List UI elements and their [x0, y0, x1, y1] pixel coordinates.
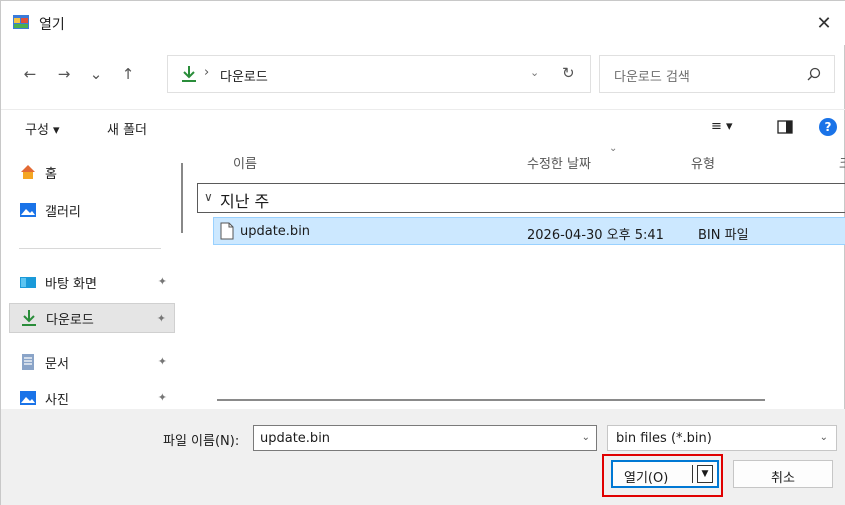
filename-combobox[interactable]: update.bin ⌄ — [253, 425, 597, 451]
address-dropdown-icon[interactable]: ⌄ — [530, 66, 539, 79]
pin-icon[interactable]: ✦ — [158, 275, 167, 288]
gallery-icon — [20, 203, 36, 217]
close-icon: ✕ — [816, 12, 832, 34]
preview-pane-icon[interactable] — [777, 120, 793, 134]
document-icon — [22, 354, 34, 370]
command-bar: 구성 ▾ 새 폴더 ≡ ▾ ? — [1, 109, 845, 143]
address-bar[interactable]: › 다운로드 ⌄ ↻ — [167, 55, 591, 93]
column-header-modified[interactable]: 수정한 날짜 — [527, 153, 591, 172]
sidebar-item-documents[interactable]: 문서 ✦ — [9, 347, 175, 377]
sort-indicator-icon: ⌄ — [609, 143, 618, 154]
sidebar-item-label: 홈 — [45, 166, 57, 182]
horizontal-scrollbar[interactable] — [217, 399, 765, 401]
group-header-last-week[interactable]: ∨ 지난 주 — [197, 183, 845, 213]
cancel-button[interactable]: 취소 — [733, 460, 833, 488]
search-box[interactable]: 다운로드 검색 — [599, 55, 835, 93]
cancel-button-label: 취소 — [771, 471, 795, 486]
navigation-bar: ← → ⌄ ↑ › 다운로드 ⌄ ↻ 다운로드 검색 — [1, 49, 845, 101]
navigation-pane: 홈 갤러리 바탕 화면 ✦ 다운로드 ✦ 문서 ✦ 사진 ✦ — [1, 149, 183, 409]
window-title: 열기 — [39, 17, 65, 33]
dialog-footer: 파일 이름(N): update.bin ⌄ bin files (*.bin)… — [1, 409, 845, 505]
help-icon[interactable]: ? — [819, 118, 837, 136]
download-icon — [22, 310, 36, 326]
pictures-icon — [20, 391, 36, 405]
sidebar-divider — [19, 248, 161, 249]
sidebar-item-label: 바탕 화면 — [45, 276, 97, 292]
column-header-size[interactable]: 크 — [839, 153, 845, 172]
file-list: 이름 ⌄ 수정한 날짜 유형 크 ∨ 지난 주 update.bin 2026-… — [197, 143, 845, 409]
help-glyph: ? — [824, 120, 832, 134]
column-header-name[interactable]: 이름 — [233, 153, 257, 172]
breadcrumb-separator: › — [204, 65, 210, 80]
sidebar-item-label: 갤러리 — [45, 204, 81, 220]
open-button-label: 열기(O) — [624, 471, 669, 486]
sidebar-item-label: 문서 — [45, 356, 69, 372]
title-bar: 열기 ✕ — [1, 1, 845, 45]
file-type-filter[interactable]: bin files (*.bin) ⌄ — [607, 425, 837, 451]
home-icon — [21, 165, 35, 179]
desktop-icon — [20, 277, 36, 288]
group-label: 지난 주 — [220, 192, 270, 211]
open-button[interactable]: 열기(O) ▼ — [611, 460, 719, 488]
file-name: update.bin — [240, 224, 311, 239]
sidebar-item-gallery[interactable]: 갤러리 — [9, 195, 175, 225]
chevron-down-icon: ∨ — [204, 190, 213, 204]
chevron-down-icon: ⌄ — [89, 65, 103, 83]
pin-icon[interactable]: ✦ — [158, 391, 167, 404]
organize-button[interactable]: 구성 ▾ — [25, 119, 60, 138]
chevron-down-icon[interactable]: ⌄ — [820, 432, 828, 443]
close-button[interactable]: ✕ — [802, 1, 845, 45]
table-row[interactable]: update.bin 2026-04-30 오후 5:41 BIN 파일 — [213, 217, 845, 245]
search-input[interactable]: 다운로드 검색 — [614, 66, 690, 85]
forward-button[interactable]: → — [53, 63, 75, 85]
chevron-down-icon[interactable]: ⌄ — [582, 432, 590, 443]
column-header-type[interactable]: 유형 — [691, 153, 715, 172]
sidebar-item-home[interactable]: 홈 — [9, 157, 175, 187]
file-type: BIN 파일 — [698, 228, 749, 243]
filename-input[interactable]: update.bin — [260, 431, 330, 446]
filter-value: bin files (*.bin) — [616, 431, 712, 446]
refresh-icon[interactable]: ↻ — [562, 64, 575, 82]
sidebar-item-label: 다운로드 — [46, 312, 94, 328]
dropdown-arrow-icon: ▼ — [701, 469, 709, 479]
back-button[interactable]: ← — [19, 63, 41, 85]
pin-icon[interactable]: ✦ — [158, 355, 167, 368]
sidebar-item-downloads[interactable]: 다운로드 ✦ — [9, 303, 175, 333]
sidebar-item-desktop[interactable]: 바탕 화면 ✦ — [9, 267, 175, 297]
download-icon — [182, 66, 196, 82]
sidebar-item-label: 사진 — [45, 392, 69, 408]
breadcrumb-downloads[interactable]: 다운로드 — [220, 66, 268, 85]
filename-label: 파일 이름(N): — [163, 434, 240, 449]
open-file-dialog: 열기 ✕ ← → ⌄ ↑ › 다운로드 ⌄ ↻ 다운로드 검색 구성 ▾ 새 폴… — [0, 0, 845, 505]
pin-icon[interactable]: ✦ — [157, 312, 166, 325]
open-options-dropdown[interactable]: ▼ — [697, 465, 713, 483]
forward-arrow-icon: → — [57, 65, 71, 83]
view-options-button[interactable]: ≡ ▾ — [711, 119, 733, 134]
new-folder-button[interactable]: 새 폴더 — [107, 119, 147, 138]
up-arrow-icon: ↑ — [121, 65, 135, 83]
app-window-icon — [13, 15, 29, 29]
split-divider — [692, 465, 693, 483]
file-icon — [220, 222, 234, 240]
search-icon[interactable] — [806, 66, 822, 82]
up-button[interactable]: ↑ — [117, 63, 139, 85]
recent-locations-button[interactable]: ⌄ — [85, 63, 107, 85]
sidebar-scrollbar[interactable] — [181, 163, 183, 233]
back-arrow-icon: ← — [23, 65, 37, 83]
file-modified: 2026-04-30 오후 5:41 — [527, 228, 664, 243]
